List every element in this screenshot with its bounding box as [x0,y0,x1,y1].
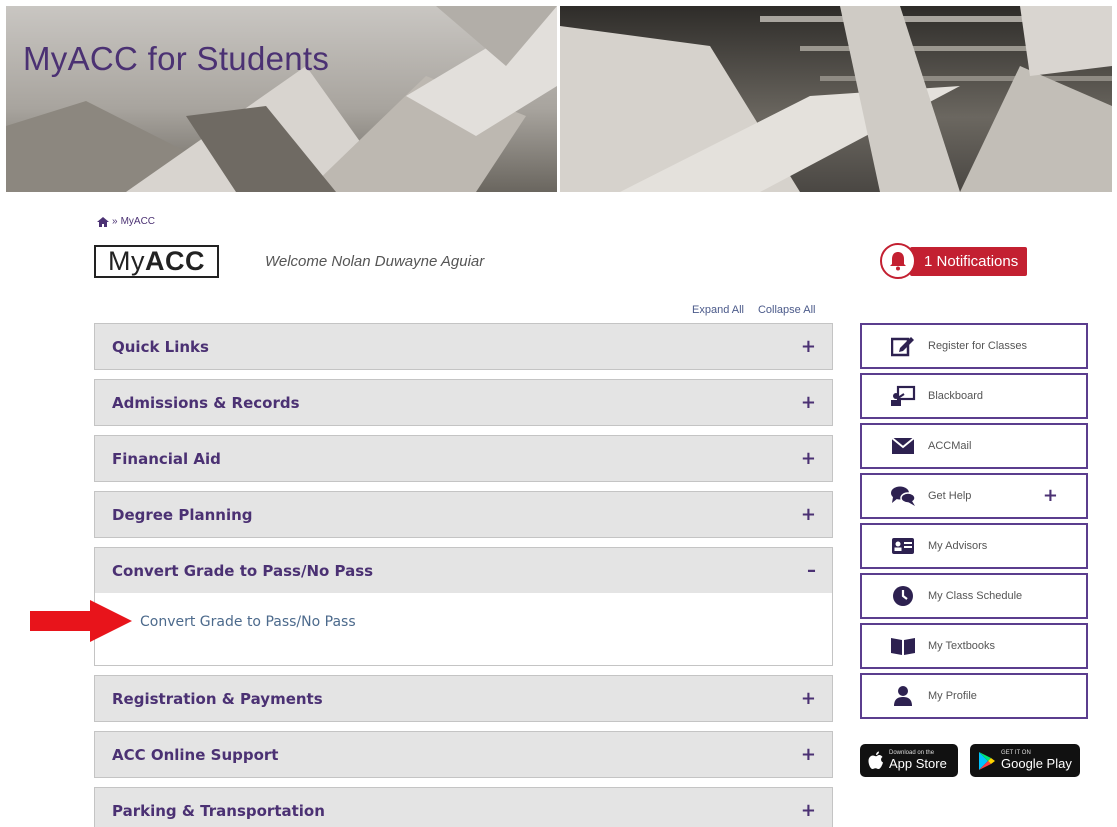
accordion-header-registration-payments[interactable]: Registration & Payments + [95,676,832,721]
expand-plus-icon[interactable]: + [801,448,816,469]
accordion-title: ACC Online Support [112,745,279,764]
accordion-header-acc-online-support[interactable]: ACC Online Support + [95,732,832,777]
breadcrumb: » MyACC [97,216,155,227]
accordion-title: Financial Aid [112,449,221,468]
bell-icon [880,242,916,279]
expand-plus-icon[interactable]: + [801,744,816,765]
accordion-header-quick-links[interactable]: Quick Links + [95,324,832,369]
expand-plus-icon[interactable]: + [801,504,816,525]
welcome-message: Welcome Nolan Duwayne Aguiar [265,253,485,270]
home-icon[interactable] [97,216,109,227]
myacc-logo: My ACC [94,245,219,278]
accordion-body-convert-grade: Convert Grade to Pass/No Pass [95,593,832,665]
expand-plus-icon[interactable]: + [801,336,816,357]
breadcrumb-separator: » [112,216,118,227]
banner-art-left [6,6,557,192]
accordion-item-admissions-records: Admissions & Records + [94,379,833,426]
app-store-badge-text: Download on the App Store [889,750,947,771]
quick-button-label: My Advisors [928,540,988,552]
google-play-big-text: Google Play [1001,756,1072,771]
my-class-schedule-button[interactable]: My Class Schedule [860,573,1088,619]
accordion-title: Admissions & Records [112,393,300,412]
notifications-button[interactable]: 1 Notifications [880,242,1037,279]
accordion-header-convert-grade[interactable]: Convert Grade to Pass/No Pass – [95,548,832,593]
quick-button-label: ACCMail [928,440,972,452]
apple-logo-icon [868,751,883,769]
accordion-item-degree-planning: Degree Planning + [94,491,833,538]
logo-text-my: My [108,246,145,276]
accordion-title: Registration & Payments [112,689,323,708]
app-store-badges: Download on the App Store GET IT ON Goog… [860,744,1080,777]
accordion-item-quick-links: Quick Links + [94,323,833,370]
register-for-classes-button[interactable]: Register for Classes [860,323,1088,369]
google-play-badge-text: GET IT ON Google Play [1001,750,1072,771]
my-advisors-button[interactable]: My Advisors [860,523,1088,569]
banner-image-left [6,6,557,192]
accordion-item-acc-online-support: ACC Online Support + [94,731,833,778]
accordion-item-financial-aid: Financial Aid + [94,435,833,482]
presentation-icon [890,385,916,407]
quick-button-label: My Profile [928,690,977,702]
collapse-all-link[interactable]: Collapse All [758,304,815,316]
accordion-header-financial-aid[interactable]: Financial Aid + [95,436,832,481]
accmail-button[interactable]: ACCMail [860,423,1088,469]
quick-button-label: Register for Classes [928,340,1028,352]
convert-grade-link[interactable]: Convert Grade to Pass/No Pass [140,614,356,630]
user-icon [890,685,916,707]
book-icon [890,635,916,657]
accordion-header-admissions-records[interactable]: Admissions & Records + [95,380,832,425]
logo-text-acc: ACC [145,246,205,276]
expand-plus-icon[interactable]: + [1043,485,1058,506]
quick-button-label: Get Help [928,490,972,502]
accordion-header-degree-planning[interactable]: Degree Planning + [95,492,832,537]
breadcrumb-current[interactable]: MyACC [121,216,155,227]
banner-art-right [560,6,1112,192]
expand-plus-icon[interactable]: + [801,800,816,821]
quick-button-label: My Class Schedule [928,590,1023,602]
quick-button-label: Blackboard [928,390,984,402]
id-card-icon [890,535,916,557]
notifications-label: 1 Notifications [910,247,1028,276]
accordion-item-registration-payments: Registration & Payments + [94,675,833,722]
accordion-menu: Quick Links + Admissions & Records + Fin… [94,323,833,827]
quick-button-label: My Textbooks [928,640,996,652]
accordion-title: Parking & Transportation [112,801,325,820]
app-store-big-text: App Store [889,756,947,771]
app-store-badge[interactable]: Download on the App Store [860,744,958,777]
expand-collapse-controls: Expand All Collapse All [692,304,815,316]
red-arrow-icon [30,600,132,642]
expand-all-link[interactable]: Expand All [692,304,744,316]
expand-plus-icon[interactable]: + [801,392,816,413]
accordion-item-parking-transportation: Parking & Transportation + [94,787,833,827]
get-help-button[interactable]: Get Help + [860,473,1088,519]
page-banner-title: MyACC for Students [23,40,330,77]
google-play-badge[interactable]: GET IT ON Google Play [970,744,1080,777]
accordion-title: Convert Grade to Pass/No Pass [112,561,374,580]
quick-access-panel: Register for Classes Blackboard ACCMail … [860,323,1088,723]
blackboard-button[interactable]: Blackboard [860,373,1088,419]
banner-image-right [560,6,1112,192]
accordion-title: Quick Links [112,337,209,356]
clock-icon [890,585,916,607]
google-play-logo-icon [979,751,995,770]
accordion-header-parking-transportation[interactable]: Parking & Transportation + [95,788,832,827]
accordion-title: Degree Planning [112,505,253,524]
header-banner: MyACC for Students [6,6,1112,192]
envelope-icon [890,435,916,457]
chat-bubbles-icon [890,485,916,507]
my-profile-button[interactable]: My Profile [860,673,1088,719]
edit-icon [890,335,916,357]
accordion-item-convert-grade: Convert Grade to Pass/No Pass – Convert … [94,547,833,666]
expand-plus-icon[interactable]: + [801,688,816,709]
my-textbooks-button[interactable]: My Textbooks [860,623,1088,669]
collapse-minus-icon[interactable]: – [807,560,816,581]
